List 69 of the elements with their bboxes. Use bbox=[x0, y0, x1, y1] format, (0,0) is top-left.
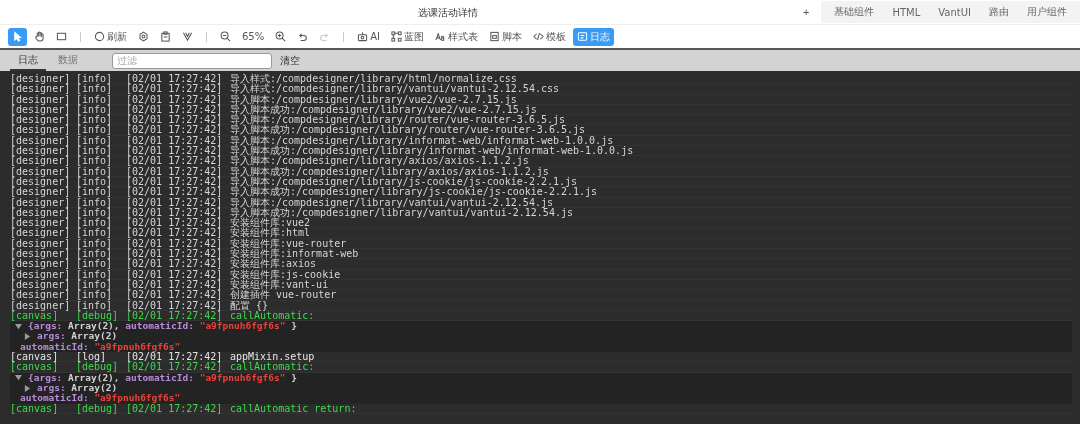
log-entry: [designer] [info] [02/01 17:27:42] 导入脚本:/compdesigner/library/router/vue-router-3.6.5.js bbox=[10, 115, 1072, 126]
component-tab[interactable]: VantUI bbox=[929, 3, 980, 21]
clipboard-icon bbox=[160, 31, 171, 42]
zoom-out-icon bbox=[220, 31, 231, 42]
log-entry: [designer] [info] [02/01 17:27:42] 安装组件库:vue2 bbox=[10, 218, 1072, 229]
robot-icon bbox=[357, 31, 369, 42]
hand-icon bbox=[34, 31, 45, 42]
object-property: automaticId: "a9fpnuh6fgf6s" bbox=[20, 341, 181, 352]
log-entry: [designer] [info] [02/01 17:27:42] 安装组件库:html bbox=[10, 228, 1072, 239]
tool-button[interactable] bbox=[8, 27, 27, 46]
window-title: 选课活动详情 bbox=[418, 6, 478, 20]
toolbar-button[interactable]: 样式表 bbox=[431, 27, 483, 46]
log-entry: [designer] [info] [02/01 17:27:42] 导入脚本成功:/compdesigner/library/informat-web/informat-web-1.0.0.js bbox=[10, 146, 1072, 157]
log-entry: [designer] [info] [02/01 17:27:42] 导入脚本:/compdesigner/library/js-cookie/js-cookie-2.2.1.js bbox=[10, 176, 1072, 188]
log-entry: [designer] [info] [02/01 17:27:42] 导入脚本:/compdesigner/library/vantui/vantui-2.12.54.js bbox=[10, 197, 1072, 208]
log-entry: [designer] [info] [02/01 17:27:42] 创建插件 vue-router bbox=[10, 290, 1072, 301]
log-icon bbox=[577, 31, 589, 42]
log-entry: [designer] [info] [02/01 17:27:42] 导入脚本成功:/compdesigner/library/js-cookie/js-cookie-2.2.1.js bbox=[10, 187, 1072, 198]
component-tab[interactable]: 用户组件 bbox=[1018, 2, 1076, 22]
rectangle-icon bbox=[56, 31, 67, 42]
toolbar-button[interactable]: 模板 bbox=[529, 27, 571, 46]
filter-field[interactable]: 过滤 bbox=[112, 52, 272, 69]
log-entry: [designer] [info] [02/01 17:27:42] 导入样式:/compdesigner/library/vantui/vantui-2.12.54.css bbox=[10, 84, 1072, 95]
collapsed-triangle-icon[interactable] bbox=[24, 333, 31, 341]
font-icon bbox=[435, 31, 447, 42]
toolbar-button[interactable]: 刷新 bbox=[90, 27, 131, 46]
log-entry: [designer] [info] [02/01 17:27:42] 导入脚本成功:/compdesigner/library/vue2/vue-2.7.15.js bbox=[10, 104, 1072, 116]
panel-tab[interactable]: 日志 bbox=[10, 50, 46, 71]
log-entry: [designer] [info] [02/01 17:27:42] 安装组件库:vue-router bbox=[10, 238, 1072, 250]
zoom-level[interactable]: 65% bbox=[238, 27, 269, 46]
toolbar-button[interactable]: 脚本 bbox=[485, 27, 527, 46]
object-preview: {args: Array(2), automaticId: "a9fpnuh6fgf6s" } bbox=[28, 321, 297, 332]
toolbar-button[interactable]: 蓝图 bbox=[387, 27, 429, 46]
log-entry: [canvas] [debug] [02/01 17:27:42] callAutomatic: bbox=[10, 362, 1072, 373]
component-tab[interactable]: HTML bbox=[883, 3, 930, 21]
undo-icon bbox=[297, 31, 309, 42]
log-entry: [designer] [info] [02/01 17:27:42] 导入样式:/compdesigner/library/html/normalize.css bbox=[10, 74, 1072, 85]
log-entry: [canvas] [log] [02/01 17:27:42] appMixin.setup bbox=[10, 352, 1072, 363]
log-entry: [canvas] [debug] [02/01 17:27:42] callAutomatic return: bbox=[10, 403, 1072, 414]
log-entry: [designer] [info] [02/01 17:27:42] 导入脚本:/compdesigner/library/vue2/vue-2.7.15.js bbox=[10, 94, 1072, 105]
object-property: automaticId: "a9fpnuh6fgf6s" bbox=[20, 393, 181, 404]
redo-icon bbox=[319, 31, 331, 42]
object-preview: {args: Array(2), automaticId: "a9fpnuh6fgf6s" } bbox=[28, 372, 297, 383]
settings-icon bbox=[138, 31, 149, 42]
object-property: args: Array(2) bbox=[37, 382, 118, 393]
log-entry: [designer] [info] [02/01 17:27:42] 导入脚本:/compdesigner/library/informat-web/informat-web-1.0.0.js bbox=[10, 135, 1072, 147]
zoom-in-icon bbox=[275, 31, 287, 42]
component-tab[interactable]: 基础组件 bbox=[825, 2, 884, 22]
log-entry: [designer] [info] [02/01 17:27:42] 安装组件库:axios bbox=[10, 259, 1072, 270]
code-icon bbox=[533, 31, 545, 42]
log-entry: [designer] [info] [02/01 17:27:42] 导入脚本成功:/compdesigner/library/vantui/vantui-2.12.54.js bbox=[10, 207, 1072, 219]
object-property: args: Array(2) bbox=[37, 331, 118, 342]
document-icon bbox=[489, 31, 501, 42]
log-entry: [designer] [info] [02/01 17:27:42] 导入脚本成功:/compdesigner/library/router/vue-router-3.6.5.js bbox=[10, 125, 1072, 136]
pointer-icon bbox=[12, 31, 23, 42]
log-entry: [designer] [info] [02/01 17:27:42] 安装组件库:informat-web bbox=[10, 249, 1072, 260]
nodes-icon bbox=[391, 31, 403, 42]
expanded-triangle-icon[interactable] bbox=[15, 322, 22, 330]
collapsed-triangle-icon[interactable] bbox=[24, 384, 31, 392]
log-entry: [designer] [info] [02/01 17:27:42] 导入脚本成功:/compdesigner/library/axios/axios-1.1.2.js bbox=[10, 166, 1072, 177]
toolbar-button[interactable]: AI bbox=[353, 27, 385, 46]
add-tab-button[interactable]: + bbox=[799, 6, 814, 18]
log-entry: [designer] [info] [02/01 17:27:42] 导入脚本:/compdesigner/library/axios/axios-1.1.2.js bbox=[10, 156, 1072, 167]
clear-button[interactable]: 清空 bbox=[276, 53, 304, 68]
chevron-icon bbox=[182, 31, 193, 42]
log-entry: [designer] [info] [02/01 17:27:42] 配置 {} bbox=[10, 300, 1072, 311]
component-tab[interactable]: 路由 bbox=[980, 2, 1018, 22]
expanded-triangle-icon[interactable] bbox=[15, 374, 22, 382]
log-entry: [designer] [info] [02/01 17:27:42] 安装组件库:js-cookie bbox=[10, 269, 1072, 280]
